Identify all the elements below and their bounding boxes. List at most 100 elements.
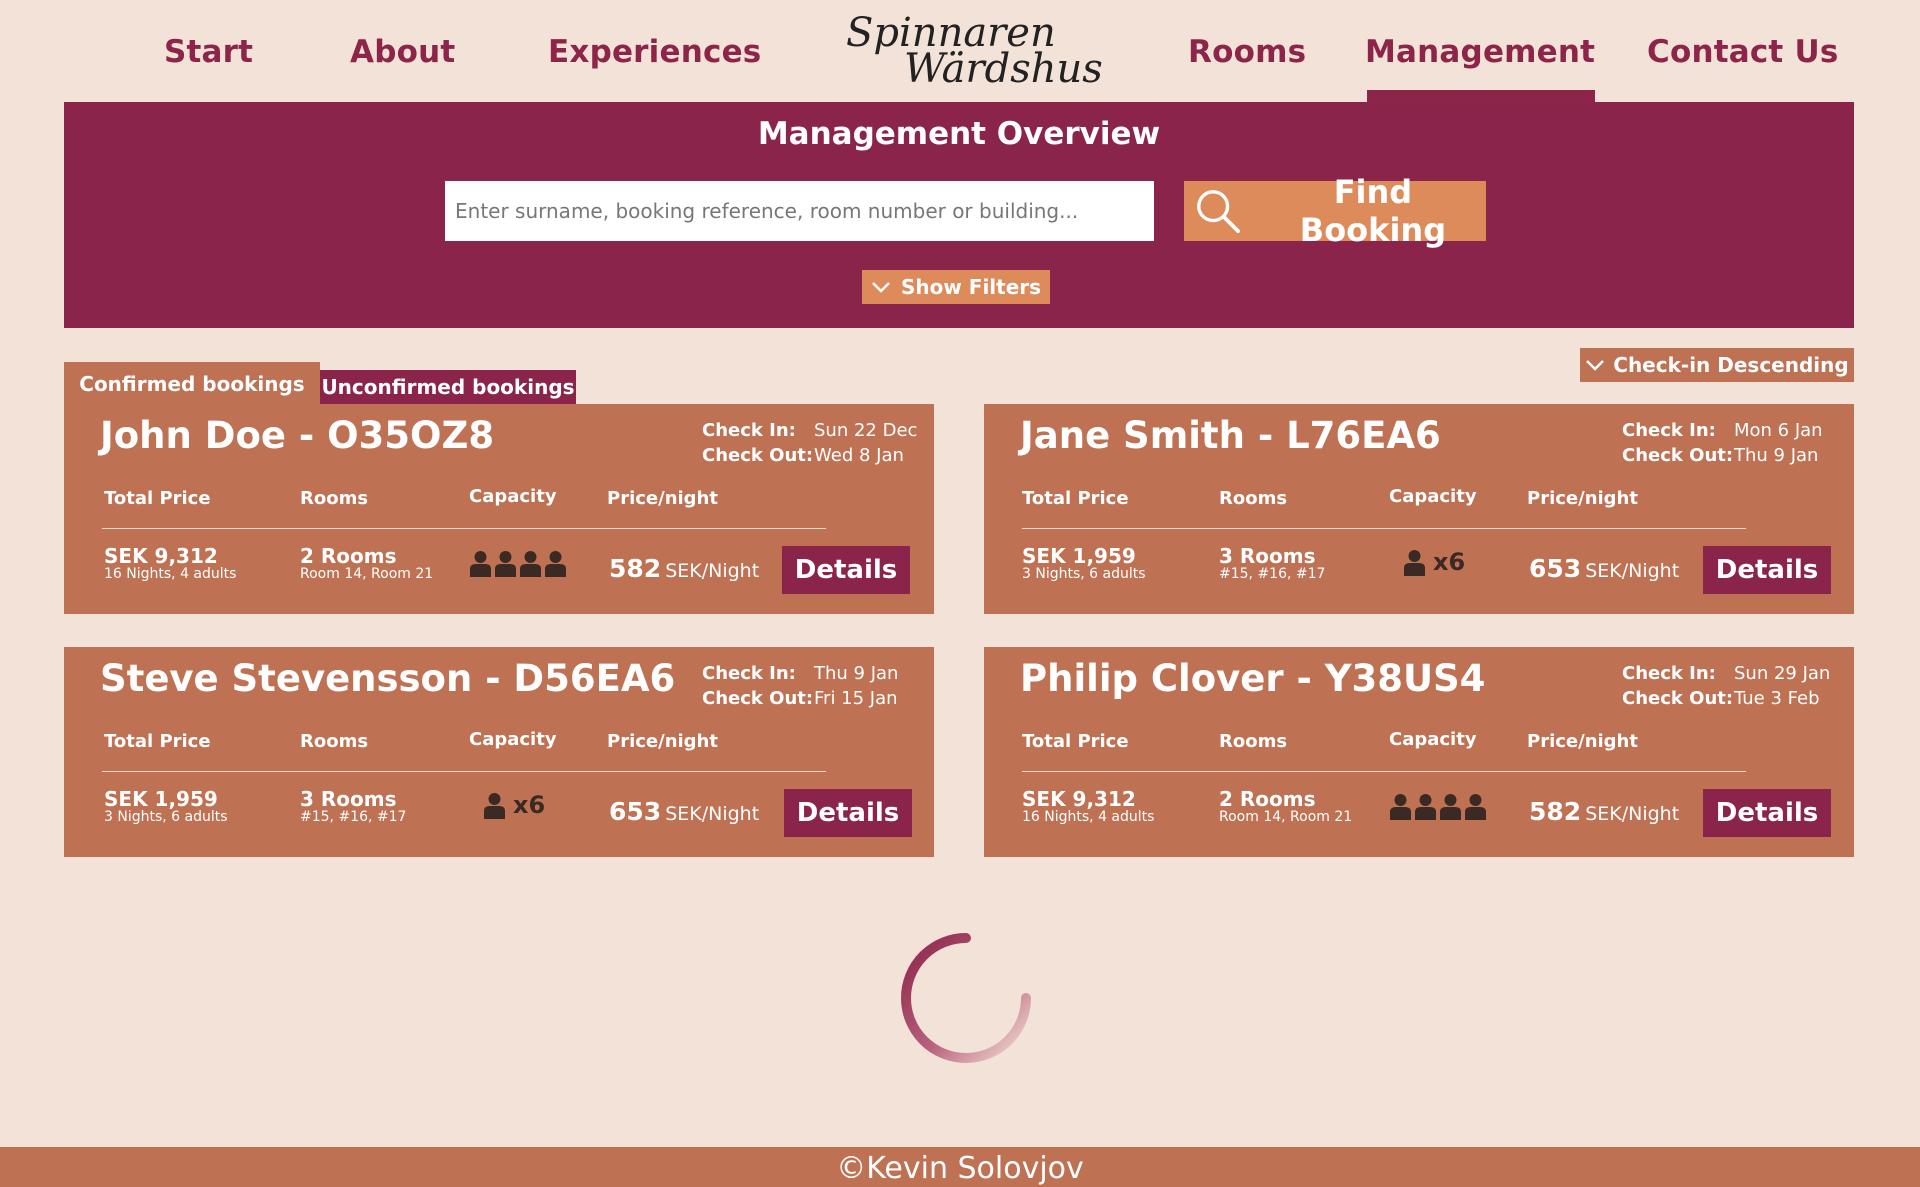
total-price: SEK 9,312: [1022, 787, 1136, 811]
capacity-icons: x6: [484, 791, 545, 819]
management-search-panel: Management Overview Find Booking Show Fi…: [64, 102, 1854, 328]
nav-management[interactable]: Management: [1365, 34, 1596, 102]
details-button[interactable]: Details: [782, 546, 910, 594]
price-value: 653: [1529, 554, 1582, 583]
tab-unconfirmed-bookings[interactable]: Unconfirmed bookings: [320, 370, 576, 404]
check-in-label: Check In:: [1622, 420, 1716, 441]
check-in-value: Thu 9 Jan: [814, 663, 899, 684]
rooms-list: #15, #16, #17: [300, 809, 407, 825]
column-price-night: Price/night: [1527, 731, 1638, 752]
total-price-details: 16 Nights, 4 adults: [104, 566, 237, 582]
rooms-count: 3 Rooms: [300, 787, 397, 811]
booking-card: Steve Stevensson - D56EA6 Check In: Thu 9…: [64, 647, 934, 857]
column-total-price: Total Price: [104, 731, 211, 752]
rooms-count: 2 Rooms: [1219, 787, 1316, 811]
booking-title: Philip Clover - Y38US4: [1020, 657, 1486, 700]
details-button[interactable]: Details: [1703, 789, 1831, 837]
person-icon: [545, 551, 566, 577]
booking-dates: Check In: Thu 9 Jan Check Out: Fri 15 Jan: [702, 663, 898, 713]
check-out-value: Fri 15 Jan: [814, 688, 898, 709]
column-capacity: Capacity: [469, 729, 557, 750]
total-price: SEK 1,959: [1022, 544, 1136, 568]
site-logo[interactable]: Spinnaren Wärdshus: [838, 4, 1103, 94]
find-booking-label: Find Booking: [1299, 173, 1447, 249]
check-in-label: Check In:: [1622, 663, 1716, 684]
capacity-count: x6: [513, 791, 546, 819]
column-total-price: Total Price: [1022, 488, 1129, 509]
person-icon: [1404, 549, 1425, 576]
price-unit: SEK/Night: [1585, 560, 1680, 582]
total-price-details: 16 Nights, 4 adults: [1022, 809, 1155, 825]
divider: [102, 528, 826, 529]
booking-title: John Doe - O35OZ8: [100, 414, 495, 457]
nav-about[interactable]: About: [350, 34, 455, 70]
check-in-label: Check In:: [702, 420, 796, 441]
person-icon: [1465, 794, 1486, 820]
search-icon: [1197, 190, 1240, 234]
column-rooms: Rooms: [1219, 488, 1288, 509]
person-icon: [1440, 794, 1461, 820]
rooms-count: 3 Rooms: [1219, 544, 1316, 568]
person-icon: [1415, 794, 1436, 820]
capacity-icons: [470, 550, 570, 577]
price-per-night: 582 SEK/Night: [1529, 797, 1679, 826]
booking-dates: Check In: Mon 6 Jan Check Out: Thu 9 Jan: [1622, 420, 1823, 470]
rooms-list: Room 14, Room 21: [300, 566, 434, 582]
total-price-details: 3 Nights, 6 adults: [104, 809, 228, 825]
price-unit: SEK/Night: [665, 560, 760, 582]
price-per-night: 653 SEK/Night: [609, 797, 759, 826]
price-unit: SEK/Night: [665, 803, 760, 825]
price-value: 582: [609, 554, 662, 583]
person-icon: [484, 792, 505, 819]
rooms-count: 2 Rooms: [300, 544, 397, 568]
column-rooms: Rooms: [300, 731, 369, 752]
details-button[interactable]: Details: [1703, 546, 1831, 594]
chevron-down-icon: [1586, 360, 1605, 371]
check-out-label: Check Out:: [1622, 445, 1734, 466]
search-input[interactable]: [445, 181, 1154, 241]
check-out-value: Tue 3 Feb: [1734, 688, 1820, 709]
nav-rooms[interactable]: Rooms: [1188, 34, 1306, 70]
column-capacity: Capacity: [469, 486, 557, 507]
column-capacity: Capacity: [1389, 486, 1477, 507]
column-price-night: Price/night: [607, 488, 718, 509]
check-out-value: Thu 9 Jan: [1734, 445, 1819, 466]
sort-dropdown[interactable]: Check-in Descending: [1580, 348, 1854, 382]
check-out-label: Check Out:: [1622, 688, 1734, 709]
total-price: SEK 1,959: [104, 787, 218, 811]
divider: [1022, 528, 1746, 529]
booking-title: Steve Stevensson - D56EA6: [100, 657, 676, 700]
capacity-icons: x6: [1404, 548, 1465, 576]
booking-card: Philip Clover - Y38US4 Check In: Sun 29 J…: [984, 647, 1854, 857]
person-icon: [470, 551, 491, 577]
column-rooms: Rooms: [300, 488, 369, 509]
show-filters-label: Show Filters: [900, 275, 1042, 299]
check-in-value: Mon 6 Jan: [1734, 420, 1823, 441]
divider: [1022, 771, 1746, 772]
column-price-night: Price/night: [1527, 488, 1638, 509]
nav-contact-us[interactable]: Contact Us: [1647, 34, 1838, 70]
details-button[interactable]: Details: [784, 789, 912, 837]
person-icon: [1390, 794, 1411, 820]
find-booking-button[interactable]: Find Booking: [1184, 173, 1486, 249]
booking-dates: Check In: Sun 29 Jan Check Out: Tue 3 Feb: [1622, 663, 1830, 713]
person-icon: [495, 551, 516, 577]
check-out-label: Check Out:: [702, 445, 814, 466]
tab-confirmed-bookings[interactable]: Confirmed bookings: [64, 362, 320, 406]
capacity-icons: [1390, 793, 1490, 820]
booking-dates: Check In: Sun 22 Dec Check Out: Wed 8 Jan: [702, 420, 917, 470]
total-price-details: 3 Nights, 6 adults: [1022, 566, 1146, 582]
top-nav: Start About Experiences Spinnaren Wärdsh…: [0, 0, 1920, 102]
nav-experiences[interactable]: Experiences: [548, 34, 761, 70]
divider: [102, 771, 826, 772]
show-filters-button[interactable]: Show Filters: [862, 270, 1050, 304]
footer: ©Kevin Solovjov: [0, 1147, 1920, 1187]
logo-line-2: Wärdshus: [904, 46, 1103, 92]
sort-label: Check-in Descending: [1613, 353, 1849, 377]
price-value: 653: [609, 797, 662, 826]
chevron-down-icon: [872, 282, 890, 293]
check-in-value: Sun 29 Jan: [1734, 663, 1831, 684]
price-per-night: 653 SEK/Night: [1529, 554, 1679, 583]
column-total-price: Total Price: [104, 488, 211, 509]
nav-start[interactable]: Start: [164, 34, 253, 70]
